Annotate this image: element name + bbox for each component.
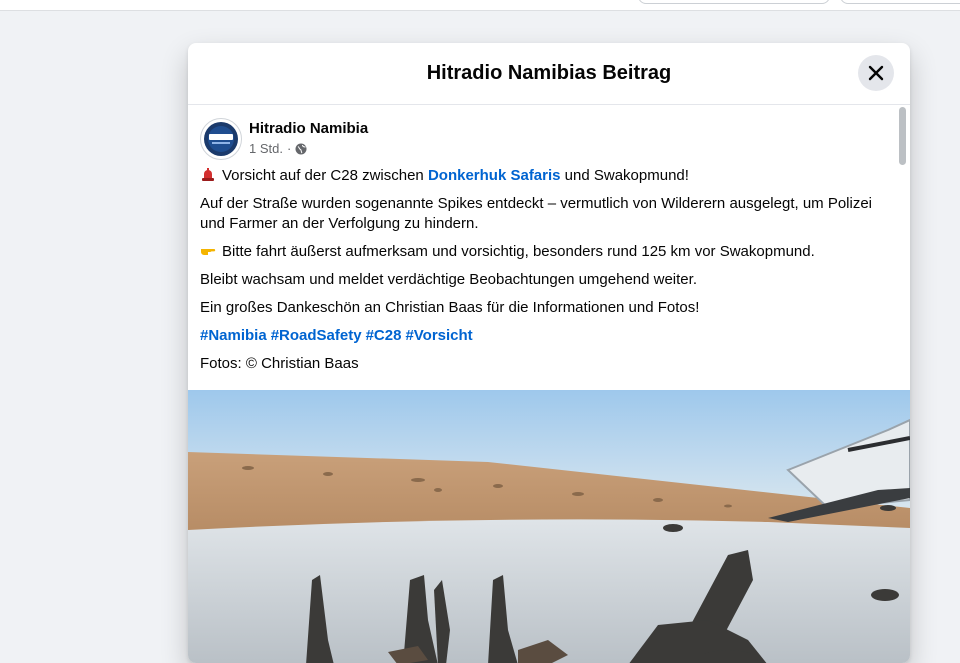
post-photo[interactable] — [188, 390, 910, 663]
close-button[interactable] — [858, 55, 894, 91]
modal-header: Hitradio Namibias Beitrag — [188, 43, 910, 105]
post-scroll-area[interactable]: Hitradio Namibia 1 Std. · Vorsicht auf d… — [188, 105, 910, 663]
post-paragraph-spikes: Auf der Straße wurden sogenannte Spikes … — [200, 195, 873, 232]
hashtag-vorsicht[interactable]: #Vorsicht — [405, 327, 472, 344]
warning-text-start: Vorsicht auf der C28 zwischen — [222, 167, 424, 184]
top-bar — [0, 0, 960, 11]
post-modal: Hitradio Namibias Beitrag Hitradio Namib… — [188, 43, 910, 663]
page-avatar[interactable] — [200, 118, 242, 160]
post-header: Hitradio Namibia 1 Std. · — [188, 105, 910, 161]
hitradio-logo-icon — [204, 122, 238, 156]
topbar-button-pill[interactable] — [840, 0, 960, 4]
warning-text-end: und Swakopmund! — [564, 167, 689, 184]
photo-credit: Fotos: © Christian Baas — [200, 355, 359, 372]
caution-text: Bitte fahrt äußerst aufmerksam und vorsi… — [222, 243, 815, 260]
post-line-warning: Vorsicht auf der C28 zwischen Donkerhuk … — [200, 166, 898, 186]
globe-icon[interactable] — [295, 143, 307, 155]
post-paragraph-alert: Bleibt wachsam und meldet verdächtige Be… — [200, 271, 697, 288]
post-line-caution: Bitte fahrt äußerst aufmerksam und vorsi… — [200, 242, 898, 262]
red-siren-icon — [202, 168, 214, 181]
donkerhuk-link[interactable]: Donkerhuk Safaris — [428, 167, 561, 184]
post-text: Vorsicht auf der C28 zwischen Donkerhuk … — [188, 161, 910, 374]
hashtag-roadsafety[interactable]: #RoadSafety — [271, 327, 362, 344]
hashtag-c28[interactable]: #C28 — [366, 327, 402, 344]
close-icon — [868, 65, 884, 81]
topbar-search-pill[interactable] — [638, 0, 830, 4]
page-name[interactable]: Hitradio Namibia — [249, 120, 368, 137]
post-paragraph-thanks: Ein großes Dankeschön an Christian Baas … — [200, 299, 700, 316]
pointing-hand-icon — [201, 249, 216, 255]
modal-title: Hitradio Namibias Beitrag — [426, 62, 672, 84]
post-meta: 1 Std. · — [249, 141, 307, 156]
hashtag-namibia[interactable]: #Namibia — [200, 327, 267, 344]
meta-separator: · — [286, 141, 292, 156]
post-time[interactable]: 1 Std. — [249, 141, 283, 156]
hashtag-line: #Namibia #RoadSafety #C28 #Vorsicht — [200, 326, 898, 346]
spikes-on-car-hood-photo — [188, 390, 910, 663]
